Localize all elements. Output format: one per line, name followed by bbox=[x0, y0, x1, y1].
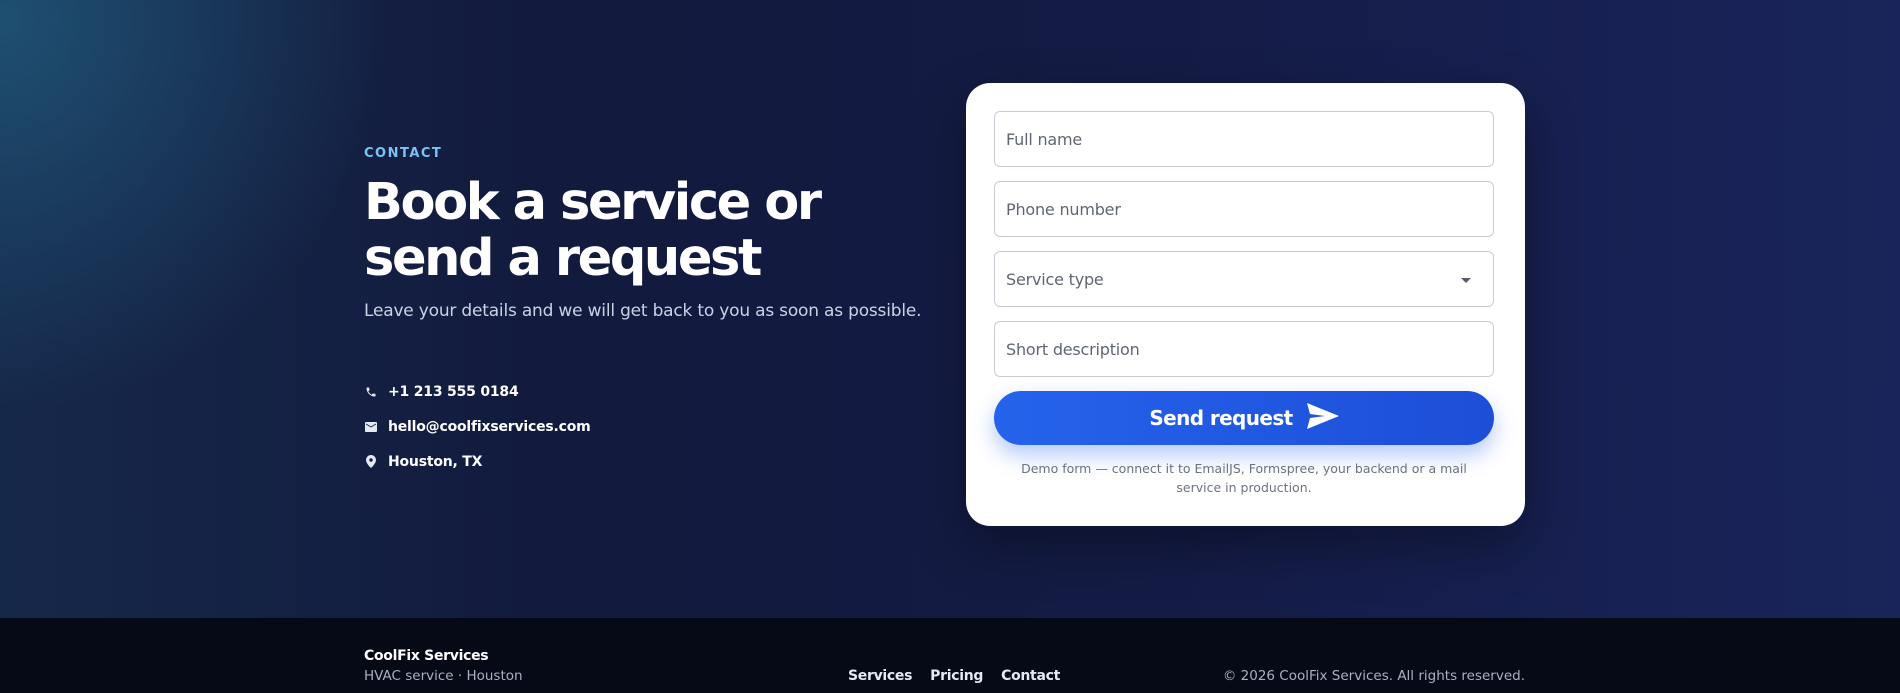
chevron-down-icon bbox=[1461, 278, 1471, 283]
phone-number-input[interactable]: Phone number bbox=[994, 181, 1494, 237]
full-name-placeholder: Full name bbox=[1006, 129, 1083, 149]
footer-link-contact[interactable]: Contact bbox=[1001, 668, 1060, 684]
contact-phone-text: +1 213 555 0184 bbox=[388, 383, 519, 400]
footer-nav: Services Pricing Contact bbox=[848, 668, 1060, 684]
send-request-label: Send request bbox=[1149, 406, 1293, 430]
service-type-placeholder: Service type bbox=[1006, 269, 1104, 289]
section-subtitle: Leave your details and we will get back … bbox=[364, 301, 922, 321]
phone-number-placeholder: Phone number bbox=[1006, 199, 1121, 219]
request-form: Full name Phone number Service type Shor… bbox=[966, 83, 1525, 526]
short-description-placeholder: Short description bbox=[1006, 339, 1140, 359]
contact-location-text: Houston, TX bbox=[388, 453, 483, 470]
send-icon bbox=[1306, 402, 1339, 434]
section-eyebrow: CONTACT bbox=[364, 146, 443, 161]
footer-link-services[interactable]: Services bbox=[848, 668, 912, 684]
footer-brand-name: CoolFix Services bbox=[364, 648, 489, 664]
contact-details: +1 213 555 0184 hello@coolfixservices.co… bbox=[364, 374, 591, 479]
location-pin-icon bbox=[364, 455, 378, 469]
page-title: Book a service or send a request bbox=[364, 173, 822, 288]
phone-icon bbox=[364, 385, 378, 399]
service-type-select[interactable]: Service type bbox=[994, 251, 1494, 307]
site-footer: CoolFix Services HVAC service · Houston … bbox=[0, 618, 1900, 693]
full-name-input[interactable]: Full name bbox=[994, 111, 1494, 167]
footer-link-pricing[interactable]: Pricing bbox=[930, 668, 983, 684]
contact-location: Houston, TX bbox=[364, 444, 591, 479]
footer-brand: CoolFix Services HVAC service · Houston bbox=[364, 648, 523, 684]
contact-phone[interactable]: +1 213 555 0184 bbox=[364, 374, 591, 409]
short-description-input[interactable]: Short description bbox=[994, 321, 1494, 377]
contact-intro: CONTACT Book a service or send a request… bbox=[364, 146, 924, 321]
footer-tagline: HVAC service · Houston bbox=[364, 668, 523, 684]
form-note: Demo form — connect it to EmailJS, Forms… bbox=[1021, 461, 1467, 495]
footer-copyright: © 2026 CoolFix Services. All rights rese… bbox=[1222, 668, 1525, 684]
send-request-button[interactable]: Send request bbox=[994, 391, 1494, 445]
contact-email[interactable]: hello@coolfixservices.com bbox=[364, 409, 591, 444]
contact-email-text: hello@coolfixservices.com bbox=[388, 418, 591, 435]
contact-section: CONTACT Book a service or send a request… bbox=[0, 0, 1900, 618]
mail-icon bbox=[364, 420, 378, 434]
